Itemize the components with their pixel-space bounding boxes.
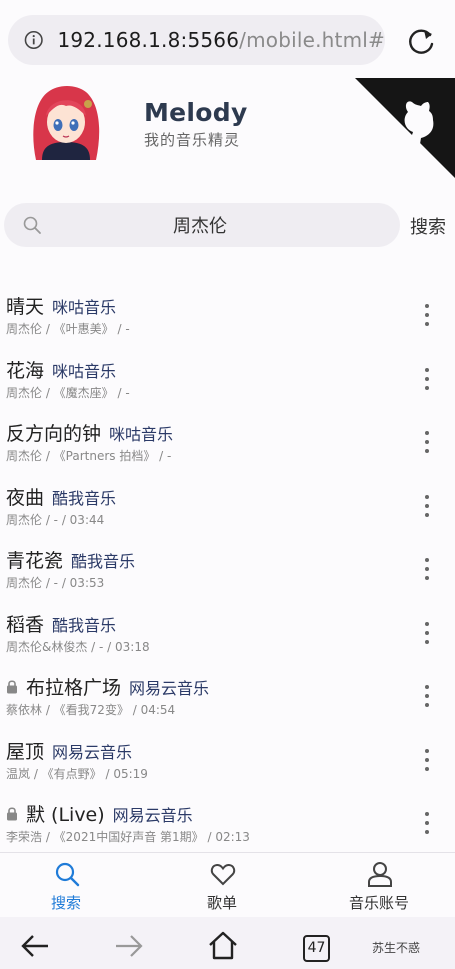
song-name: 晴天	[6, 296, 45, 318]
tab-search-label: 搜索	[50, 894, 81, 912]
song-source: 网易云音乐	[52, 742, 133, 762]
song-row[interactable]: 青花瓷 酷我音乐周杰伦 / - / 03:53	[0, 540, 455, 604]
more-options-icon[interactable]	[420, 621, 434, 644]
song-name: 稻香	[6, 613, 45, 636]
song-meta: 李荣浩 / 《2021中国好声音 第1期》 / 02:13	[6, 830, 250, 844]
song-meta: 周杰伦 / 《Partners 拍档》 / -	[6, 449, 172, 463]
song-name: 青花瓷	[6, 550, 64, 572]
more-options-icon[interactable]	[420, 685, 434, 707]
address-bar[interactable]: 192.168.1.8:5566/mobile.html#	[8, 15, 385, 65]
song-source: 酷我音乐	[71, 552, 136, 571]
song-meta: 周杰伦 / 《魔杰座》 / -	[6, 385, 130, 400]
home-icon[interactable]	[207, 929, 239, 961]
more-options-icon[interactable]	[420, 558, 434, 580]
tab-playlist[interactable]: 歌单	[162, 853, 282, 917]
song-title-line: 反方向的钟 咪咕音乐	[6, 419, 173, 446]
song-meta: 蔡依林 / 《看我72变》 / 04:54	[6, 703, 176, 717]
heart-icon	[210, 863, 236, 886]
more-options-icon[interactable]	[420, 812, 434, 834]
search-button[interactable]: 搜索	[410, 213, 446, 239]
song-meta: 周杰伦&林俊杰 / - / 03:18	[6, 639, 150, 654]
song-name: 布拉格广场	[26, 677, 122, 699]
song-source: 酷我音乐	[52, 615, 117, 635]
song-meta: 周杰伦 / 《叶惠美》 / -	[6, 322, 130, 336]
song-meta: 温岚 / 《有点野》 / 05:19	[6, 766, 148, 781]
tab-count-button[interactable]: 47	[303, 935, 330, 962]
song-row[interactable]: 布拉格广场 网易云音乐蔡依林 / 《看我72变》 / 04:54	[0, 667, 455, 731]
song-meta: 周杰伦 / - / 03:44	[6, 512, 105, 527]
github-corner-icon[interactable]	[355, 78, 455, 178]
song-row[interactable]: 屋顶 网易云音乐温岚 / 《有点野》 / 05:19	[0, 731, 455, 795]
browser-navbar: 47 苏生不惑	[0, 917, 455, 969]
song-name: 默 (Live)	[26, 804, 105, 826]
tab-account[interactable]: 音乐账号	[319, 853, 439, 917]
search-box	[4, 203, 400, 247]
song-source: 酷我音乐	[52, 488, 117, 508]
song-row[interactable]: 夜曲 酷我音乐周杰伦 / - / 03:44	[0, 477, 455, 541]
app-title: Melody	[144, 98, 248, 127]
song-source: 咪咕音乐	[52, 361, 117, 381]
url-host: 192.168.1.8:5566	[57, 28, 240, 52]
song-title-line: 屋顶 网易云音乐	[6, 737, 132, 764]
app-subtitle: 我的音乐精灵	[144, 131, 241, 149]
song-title-line: 默 (Live) 网易云音乐	[6, 800, 193, 827]
avatar	[28, 82, 104, 160]
song-row[interactable]: 花海 咪咕音乐周杰伦 / 《魔杰座》 / -	[0, 350, 455, 414]
song-name: 屋顶	[6, 740, 45, 763]
song-source: 咪咕音乐	[52, 298, 117, 317]
search-icon	[23, 216, 41, 234]
song-title-line: 晴天 咪咕音乐	[6, 292, 116, 319]
song-row[interactable]: 晴天 咪咕音乐周杰伦 / 《叶惠美》 / -	[0, 286, 455, 350]
song-row[interactable]: 稻香 酷我音乐周杰伦&林俊杰 / - / 03:18	[0, 604, 455, 668]
bottom-tabbar: 搜索 歌单 音乐账号	[0, 852, 455, 916]
song-title-line: 布拉格广场 网易云音乐	[6, 673, 209, 700]
song-title-line: 夜曲 酷我音乐	[6, 483, 116, 510]
watermark-label: 苏生不惑	[372, 941, 421, 955]
more-options-icon[interactable]	[420, 748, 434, 771]
song-name: 反方向的钟	[6, 423, 102, 445]
song-source: 网易云音乐	[129, 679, 210, 698]
more-options-icon[interactable]	[420, 367, 434, 390]
more-options-icon[interactable]	[420, 431, 434, 453]
info-icon[interactable]	[24, 30, 43, 50]
song-title-line: 稻香 酷我音乐	[6, 610, 116, 637]
song-name: 花海	[6, 359, 45, 382]
reload-icon[interactable]	[404, 24, 438, 58]
song-list: 晴天 咪咕音乐 周杰伦 / 《叶惠美》 / - 花海 咪咕音乐 周杰伦 / 《魔杰座》 /…	[0, 286, 455, 858]
forward-arrow-icon[interactable]	[114, 931, 144, 961]
app-header: Melody 我的音乐精灵	[0, 78, 455, 193]
browser-address-row: 192.168.1.8:5566/mobile.html#	[0, 0, 455, 78]
song-meta: 周杰伦 / - / 03:53	[6, 576, 105, 590]
more-options-icon[interactable]	[420, 304, 434, 326]
song-title-line: 花海 咪咕音乐	[6, 356, 116, 383]
tab-playlist-label: 歌单	[206, 894, 237, 912]
search-icon	[55, 862, 80, 887]
lock-icon	[7, 680, 17, 694]
url-text[interactable]: 192.168.1.8:5566/mobile.html#	[57, 28, 385, 52]
url-path: /mobile.html#	[239, 28, 385, 52]
song-source: 网易云音乐	[112, 806, 193, 825]
back-arrow-icon[interactable]	[20, 931, 50, 961]
song-source: 咪咕音乐	[109, 425, 174, 444]
tab-account-label: 音乐账号	[348, 894, 409, 912]
song-title-line: 青花瓷 酷我音乐	[6, 546, 135, 573]
tab-search[interactable]: 搜索	[6, 853, 126, 917]
lock-icon	[7, 807, 17, 821]
user-icon	[368, 862, 392, 887]
song-name: 夜曲	[6, 486, 45, 509]
search-input[interactable]	[50, 203, 390, 247]
song-row[interactable]: 默 (Live) 网易云音乐李荣浩 / 《2021中国好声音 第1期》 / 02:…	[0, 794, 455, 858]
song-row[interactable]: 反方向的钟 咪咕音乐周杰伦 / 《Partners 拍档》 / -	[0, 413, 455, 477]
more-options-icon[interactable]	[420, 494, 434, 517]
